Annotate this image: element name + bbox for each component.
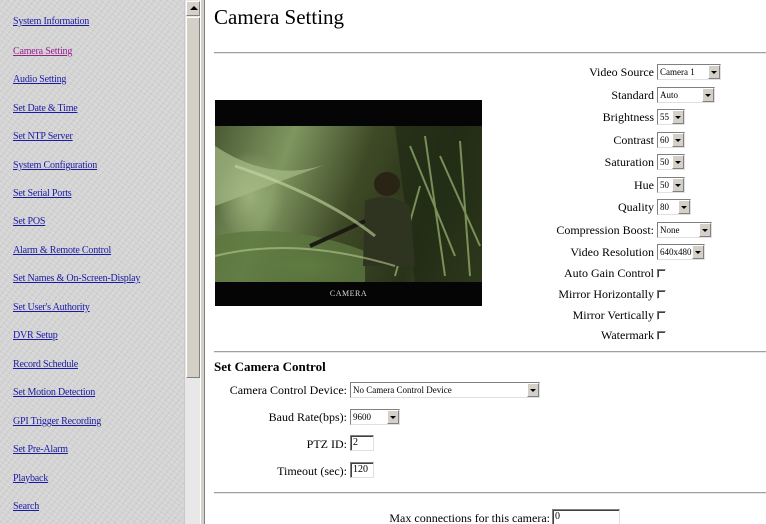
nav-link-set-users-authority[interactable]: Set User's Authority [13,302,90,313]
scroll-thumb[interactable] [186,17,200,378]
main-content: Camera Setting CAMERA Video Source Camer… [205,0,766,524]
divider [214,52,766,54]
hue-select[interactable]: 50 [657,177,685,193]
chevron-down-icon [387,410,399,424]
camera-control-section-title: Set Camera Control [214,359,326,374]
saturation-select[interactable]: 50 [657,154,685,170]
camera-control-device-value: No Camera Control Device [353,385,452,395]
nav-scrollbar[interactable] [184,0,200,524]
page-title: Camera Setting [214,5,345,29]
video-source-select[interactable]: Camera 1 [657,64,721,80]
nav-link-dvr-setup[interactable]: DVR Setup [13,330,58,341]
mirror-horizontally-checkbox[interactable] [657,290,666,299]
brightness-select[interactable]: 55 [657,109,685,125]
compression-boost-label: Compression Boost: [556,223,654,237]
camera-control-device-select[interactable]: No Camera Control Device [350,382,540,398]
nav-link-system-configuration[interactable]: System Configuration [13,160,97,171]
chevron-down-icon [699,223,711,237]
chevron-down-icon [692,245,704,259]
quality-select[interactable]: 80 [657,199,691,215]
camera-control-device-label: Camera Control Device: [229,383,347,397]
nav-link-camera-setting[interactable]: Camera Setting [13,46,72,57]
contrast-value: 60 [660,135,669,145]
baud-rate-select[interactable]: 9600 [350,409,400,425]
navigation-sidebar: System Information Camera Setting Audio … [0,0,184,524]
chevron-down-icon [672,155,684,169]
divider [214,492,766,494]
auto-gain-control-checkbox[interactable] [657,269,666,278]
nav-link-set-date-time[interactable]: Set Date & Time [13,103,78,114]
nav-link-set-pos[interactable]: Set POS [13,216,45,227]
quality-value: 80 [660,202,669,212]
auto-gain-control-label: Auto Gain Control [564,266,654,280]
saturation-value: 50 [660,157,669,167]
watermark-label: Watermark [600,328,654,342]
max-connections-input[interactable]: 0 [552,509,620,524]
camera-preview: CAMERA [215,100,482,306]
video-resolution-select[interactable]: 640x480 [657,244,705,260]
video-resolution-value: 640x480 [660,247,692,257]
baud-rate-value: 9600 [353,412,371,422]
watermark-checkbox[interactable] [657,331,666,340]
contrast-label: Contrast [613,133,654,147]
compression-boost-value: None [660,225,680,235]
brightness-value: 55 [660,112,669,122]
chevron-down-icon [672,110,684,124]
video-resolution-label: Video Resolution [570,245,654,259]
nav-link-set-names-osd[interactable]: Set Names & On-Screen-Display [13,273,140,284]
ptz-id-label: PTZ ID: [306,437,347,451]
mirror-vertically-label: Mirror Vertically [572,308,654,322]
chevron-down-icon [527,383,539,397]
scroll-up-arrow-icon[interactable] [186,1,200,16]
contrast-select[interactable]: 60 [657,132,685,148]
timeout-input[interactable]: 120 [350,462,374,478]
ptz-id-input[interactable]: 2 [350,435,374,451]
nav-link-record-schedule[interactable]: Record Schedule [13,359,78,370]
brightness-label: Brightness [602,110,654,124]
chevron-down-icon [672,133,684,147]
mirror-vertically-checkbox[interactable] [657,311,666,320]
divider [214,351,766,353]
baud-rate-label: Baud Rate(bps): [268,410,347,424]
standard-select[interactable]: Auto [657,87,715,103]
hue-label: Hue [634,178,654,192]
camera-preview-caption: CAMERA [329,289,368,298]
nav-link-alarm-remote-control[interactable]: Alarm & Remote Control [13,245,111,256]
chevron-down-icon [678,200,690,214]
nav-link-system-information[interactable]: System Information [13,16,89,27]
chevron-down-icon [672,178,684,192]
nav-link-audio-setting[interactable]: Audio Setting [13,74,66,85]
compression-boost-select[interactable]: None [657,222,712,238]
saturation-label: Saturation [604,155,654,169]
nav-link-search[interactable]: Search [13,501,39,512]
hue-value: 50 [660,180,669,190]
video-source-label: Video Source [589,65,654,79]
max-connections-label: Max connections for this camera: [389,511,550,524]
timeout-label: Timeout (sec): [277,464,347,478]
nav-link-set-ntp-server[interactable]: Set NTP Server [13,131,73,142]
standard-label: Standard [611,88,654,102]
nav-link-set-motion-detection[interactable]: Set Motion Detection [13,387,95,398]
nav-link-gpi-trigger-recording[interactable]: GPI Trigger Recording [13,416,101,427]
nav-link-set-pre-alarm[interactable]: Set Pre-Alarm [13,444,68,455]
chevron-down-icon [708,65,720,79]
camera-preview-image [215,126,482,282]
mirror-horizontally-label: Mirror Horizontally [558,287,654,301]
nav-link-playback[interactable]: Playback [13,473,48,484]
chevron-down-icon [702,88,714,102]
quality-label: Quality [618,200,654,214]
nav-link-set-serial-ports[interactable]: Set Serial Ports [13,188,72,199]
video-source-value: Camera 1 [660,67,695,77]
standard-value: Auto [660,90,678,100]
